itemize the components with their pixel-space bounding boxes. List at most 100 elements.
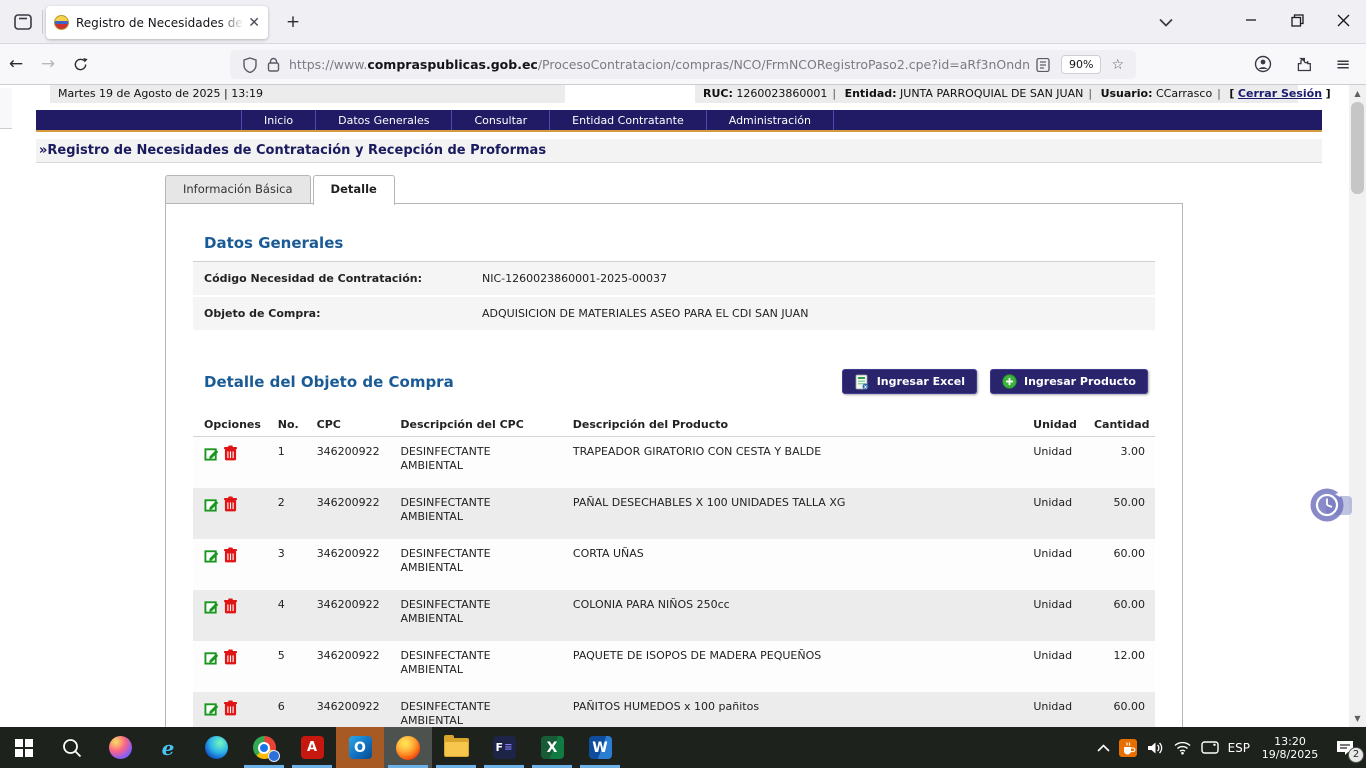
tab-detalle[interactable]: Detalle [313,175,395,205]
windows-taskbar: e A O F≡ X W ESP 13:20 19/8/2025 [0,727,1366,768]
row-cantidad: 60.00 [1083,539,1155,590]
window-controls [1228,0,1366,40]
row-no: 2 [267,488,306,539]
nav-item-consultar[interactable]: Consultar [451,110,549,130]
file-explorer-icon [444,738,469,757]
forward-button[interactable]: → [32,49,64,79]
delete-icon[interactable] [224,445,237,461]
notification-center-button[interactable]: 2 [1330,733,1360,763]
taskbar-file-explorer-button[interactable] [432,727,480,768]
shield-icon[interactable] [243,57,257,73]
taskbar-word-button[interactable]: W [576,727,624,768]
entity-label: Entidad: [845,87,897,100]
outlook-icon: O [349,736,372,759]
codigo-label: Código Necesidad de Contratación: [193,272,482,285]
lock-icon[interactable] [267,57,280,72]
nav-item-inicio[interactable]: Inicio [241,110,315,130]
row-no: 4 [267,590,306,641]
taskbar-search-button[interactable] [48,727,96,768]
delete-icon[interactable] [224,700,237,716]
edit-icon[interactable] [204,497,219,512]
internet-explorer-icon: e [162,736,175,760]
vertical-scrollbar[interactable]: ▲ ▼ [1349,85,1366,768]
start-button[interactable] [0,727,48,768]
ingresar-producto-button[interactable]: Ingresar Producto [990,369,1148,394]
browser-tab[interactable]: Registro de Necesidades de Co ✕ [46,6,268,39]
row-cpc: 346200922 [306,437,390,488]
restore-button[interactable] [1274,0,1320,40]
taskbar-fec-button[interactable]: F≡ [480,727,528,768]
fec-app-icon: F≡ [493,736,516,759]
minimize-button[interactable] [1228,0,1274,40]
detalle-objeto-heading: Detalle del Objeto de Compra [204,373,454,391]
tab-close-icon[interactable]: ✕ [248,16,260,30]
row-cpc: 346200922 [306,488,390,539]
url-domain: compraspublicas.gob.ec [367,57,538,72]
ingresar-excel-button[interactable]: x Ingresar Excel [842,369,977,394]
row-cpc: 346200922 [306,590,390,641]
edit-icon[interactable] [204,701,219,716]
scrollbar-thumb[interactable] [1351,102,1364,194]
taskbar-firefox-button[interactable] [384,727,432,768]
edit-icon[interactable] [204,599,219,614]
taskbar-edge-button[interactable] [192,727,240,768]
wifi-icon[interactable] [1173,740,1192,755]
dg-row-codigo: Código Necesidad de Contratación: NIC-12… [193,262,1155,297]
new-tab-button[interactable]: + [280,10,306,34]
windows-logo-icon [15,739,33,757]
logout-link[interactable]: Cerrar Sesión [1238,87,1322,100]
edit-icon[interactable] [204,548,219,563]
copilot-icon [109,736,132,759]
java-tray-icon[interactable] [1119,739,1137,757]
main-navigation: Inicio Datos Generales Consultar Entidad… [36,110,1322,132]
url-path: /ProcesoContratacion/compras/NCO/FrmNCOR… [538,57,1031,72]
taskbar-copilot-button[interactable] [96,727,144,768]
edge-icon [205,736,228,759]
tab-informacion-basica[interactable]: Información Básica [165,175,311,203]
back-button[interactable]: ← [0,49,32,79]
taskbar-acrobat-button[interactable]: A [288,727,336,768]
search-icon [61,737,83,759]
col-unidad: Unidad [1022,418,1083,431]
taskbar-excel-button[interactable]: X [528,727,576,768]
timer-extension-widget[interactable] [1308,485,1352,525]
row-cantidad: 12.00 [1083,641,1155,692]
tray-chevron-up-icon[interactable] [1097,744,1110,752]
nav-item-administracion[interactable]: Administración [706,110,834,130]
scroll-down-icon[interactable]: ▼ [1349,711,1366,726]
nav-item-entidad-contratante[interactable]: Entidad Contratante [549,110,706,130]
close-window-button[interactable] [1320,0,1366,40]
objeto-label: Objeto de Compra: [193,307,482,320]
reload-button[interactable] [64,49,96,79]
reader-view-icon[interactable] [1036,58,1050,72]
edit-icon[interactable] [204,650,219,665]
url-text[interactable]: https://www.compraspublicas.gob.ec/Proce… [289,57,1031,72]
scroll-up-icon[interactable]: ▲ [1349,86,1366,101]
row-no: 5 [267,641,306,692]
language-indicator[interactable]: ESP [1228,741,1250,755]
nav-item-datos-generales[interactable]: Datos Generales [315,110,451,130]
taskbar-outlook-button[interactable]: O [336,727,384,768]
list-all-tabs-icon[interactable] [1151,8,1181,36]
url-bar[interactable]: https://www.compraspublicas.gob.ec/Proce… [230,50,1136,79]
row-cantidad: 60.00 [1083,590,1155,641]
volume-icon[interactable] [1146,740,1164,756]
display-tray-icon[interactable] [1201,740,1219,755]
taskbar-clock[interactable]: 13:20 19/8/2025 [1259,735,1321,761]
delete-icon[interactable] [224,496,237,512]
zoom-level-badge[interactable]: 90% [1061,55,1101,74]
taskbar-date: 19/8/2025 [1259,748,1321,761]
delete-icon[interactable] [224,547,237,563]
account-icon[interactable] [1248,49,1278,79]
taskbar-internet-explorer-button[interactable]: e [144,727,192,768]
menu-hamburger-icon[interactable]: ≡ [1328,49,1358,79]
edit-icon[interactable] [204,446,219,461]
delete-icon[interactable] [224,649,237,665]
firefox-view-icon[interactable] [10,10,36,34]
bookmark-star-icon[interactable]: ☆ [1111,57,1124,73]
row-cantidad: 3.00 [1083,437,1155,488]
extensions-puzzle-icon[interactable] [1288,49,1318,79]
delete-icon[interactable] [224,598,237,614]
taskbar-chrome-button[interactable] [240,727,288,768]
excel-file-icon: x [854,374,870,390]
